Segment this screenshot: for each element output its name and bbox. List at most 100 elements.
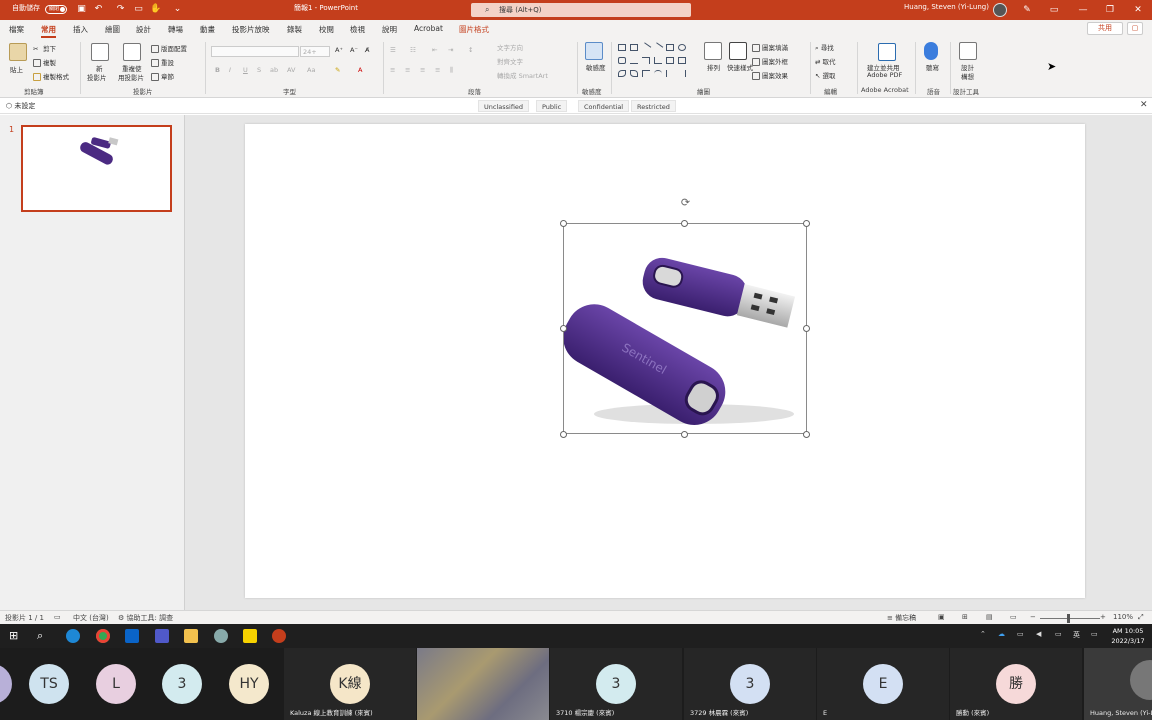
rounded-rect-shape-icon[interactable] [618, 57, 626, 64]
bracket-shape-icon[interactable] [678, 70, 686, 77]
notification-icon[interactable]: ▭ [1091, 630, 1098, 638]
chrome-icon[interactable] [96, 629, 110, 643]
tab-animations[interactable]: 動畫 [200, 24, 215, 35]
triangle-shape-icon[interactable] [630, 57, 638, 64]
participant-video-tile[interactable] [417, 648, 549, 720]
restore-icon[interactable]: ❐ [1103, 3, 1117, 17]
language-status[interactable]: 中文 (台灣) [73, 613, 109, 623]
new-slide-icon[interactable] [91, 43, 109, 61]
sticky-notes-icon[interactable] [243, 629, 257, 643]
resize-handle-w[interactable] [560, 325, 567, 332]
pdf-icon[interactable] [878, 43, 896, 61]
pen-icon[interactable]: ✎ [1020, 3, 1034, 17]
accessibility-status[interactable]: ⚙ 協助工具: 調查 [118, 613, 173, 623]
down-arrow-shape-icon[interactable] [678, 57, 686, 64]
participant-avatar[interactable] [0, 664, 12, 704]
reuse-slides-icon[interactable] [123, 43, 141, 61]
replace-button[interactable]: ⇄ 取代 [815, 56, 836, 66]
file-explorer-icon[interactable] [184, 629, 198, 643]
minimize-icon[interactable]: — [1076, 3, 1090, 17]
line-shape-icon[interactable] [640, 42, 652, 53]
display-icon[interactable]: ▭ [1017, 630, 1024, 638]
tab-view[interactable]: 檢視 [350, 24, 365, 35]
sensitivity-option-confidential[interactable]: Confidential [578, 100, 630, 112]
tray-expand-icon[interactable]: ⌃ [980, 630, 986, 638]
autosave-toggle[interactable]: 關閉 [45, 5, 67, 14]
windows-start-icon[interactable]: ⊞ [9, 629, 23, 643]
spelling-icon[interactable]: ▭ [54, 613, 61, 621]
freeform-shape-icon[interactable] [618, 70, 626, 77]
align-center-icon[interactable]: ≡ [405, 66, 410, 74]
powerpoint-icon[interactable] [272, 629, 286, 643]
decrease-font-icon[interactable]: A⁻ [350, 46, 358, 54]
section-button[interactable]: 章節 [151, 71, 174, 81]
fit-slide-icon[interactable]: ⤢ [1138, 613, 1144, 622]
select-button[interactable]: ↖ 選取 [815, 70, 836, 80]
tab-help[interactable]: 說明 [382, 24, 397, 35]
cut-button[interactable]: ✂ 剪下 [33, 43, 56, 53]
bold-icon[interactable]: B [215, 66, 220, 74]
tab-transitions[interactable]: 轉場 [168, 24, 183, 35]
resize-handle-nw[interactable] [560, 220, 567, 227]
text-direction-button[interactable]: 文字方向 [497, 42, 523, 52]
tab-draw[interactable]: 繪圖 [105, 24, 120, 35]
quick-styles-button[interactable]: 快速樣式 [727, 62, 753, 72]
sensitivity-button[interactable]: 敏感度 [586, 62, 606, 72]
underline-icon[interactable]: U [243, 66, 248, 74]
designer-icon[interactable] [959, 42, 977, 60]
comments-button[interactable]: ▢ [1127, 22, 1143, 35]
convert-smartart-button[interactable]: 轉換成 SmartArt [497, 70, 548, 80]
char-spacing-icon[interactable]: AV [287, 66, 295, 74]
zoom-level[interactable]: 110% [1113, 613, 1133, 621]
create-pdf-button-2[interactable]: Adobe PDF [867, 71, 902, 79]
reading-view-icon[interactable]: ▤ [986, 613, 993, 621]
numbering-icon[interactable]: ☷ [410, 46, 416, 54]
share-button[interactable]: 共用 [1087, 22, 1123, 35]
reuse-slides-label-2[interactable]: 用投影片 [118, 72, 144, 82]
tab-slideshow[interactable]: 投影片放映 [232, 24, 270, 35]
tab-record[interactable]: 錄製 [287, 24, 302, 35]
close-icon[interactable]: ✕ [1131, 3, 1145, 17]
shadow-icon[interactable]: S [257, 66, 261, 74]
app-icon[interactable] [214, 629, 228, 643]
sensitivity-option-unclassified[interactable]: Unclassified [478, 100, 530, 112]
save-icon[interactable]: ▣ [76, 4, 87, 15]
dictate-button[interactable]: 聽寫 [926, 62, 939, 72]
arrange-icon[interactable] [704, 42, 722, 60]
italic-icon[interactable]: I [229, 66, 231, 74]
sensitivity-option-restricted[interactable]: Restricted [631, 100, 676, 112]
format-painter-button[interactable]: 複製格式 [33, 71, 69, 81]
participant-avatar[interactable]: HY [229, 664, 269, 704]
teams-icon[interactable] [155, 629, 169, 643]
zoom-in-icon[interactable]: + [1100, 613, 1106, 621]
volume-icon[interactable]: ◀ [1036, 630, 1041, 638]
participant-tile[interactable]: 3 3710 楊宗慶 (來賓) [550, 648, 682, 720]
align-right-icon[interactable]: ≡ [420, 66, 425, 74]
usb-key-picture[interactable]: Sentinel [563, 223, 807, 434]
search-input[interactable]: ⌕ 搜尋 (Alt+Q) [471, 3, 691, 17]
edge-icon[interactable] [66, 629, 80, 643]
tab-insert[interactable]: 插入 [73, 24, 88, 35]
battery-icon[interactable]: ▭ [1055, 630, 1062, 638]
tab-review[interactable]: 校閱 [319, 24, 334, 35]
tab-acrobat[interactable]: Acrobat [414, 24, 443, 33]
close-icon[interactable]: ✕ [1140, 100, 1148, 110]
rotate-handle-icon[interactable]: ⟳ [679, 196, 692, 209]
increase-font-icon[interactable]: A⁺ [335, 46, 343, 54]
resize-handle-sw[interactable] [560, 431, 567, 438]
line-spacing-icon[interactable]: ↕ [468, 46, 473, 54]
brace-shape-icon[interactable] [666, 70, 674, 77]
right-arrow-shape-icon[interactable] [666, 57, 674, 64]
avatar[interactable] [993, 3, 1007, 17]
zoom-slider-thumb[interactable] [1067, 614, 1070, 623]
font-size-dropdown[interactable]: 24+ [300, 46, 330, 57]
copy-button[interactable]: 複製 [33, 57, 56, 67]
microphone-icon[interactable] [924, 42, 938, 60]
resize-handle-ne[interactable] [803, 220, 810, 227]
participant-tile[interactable]: E E [817, 648, 949, 720]
sensitivity-status[interactable]: ⬡ 未設定 [6, 101, 35, 111]
taskbar-search-icon[interactable]: ⌕ [37, 629, 51, 643]
onedrive-icon[interactable]: ☁ [998, 630, 1005, 638]
slide-sorter-icon[interactable]: ⊞ [962, 613, 968, 621]
scribble-shape-icon[interactable] [630, 70, 638, 77]
